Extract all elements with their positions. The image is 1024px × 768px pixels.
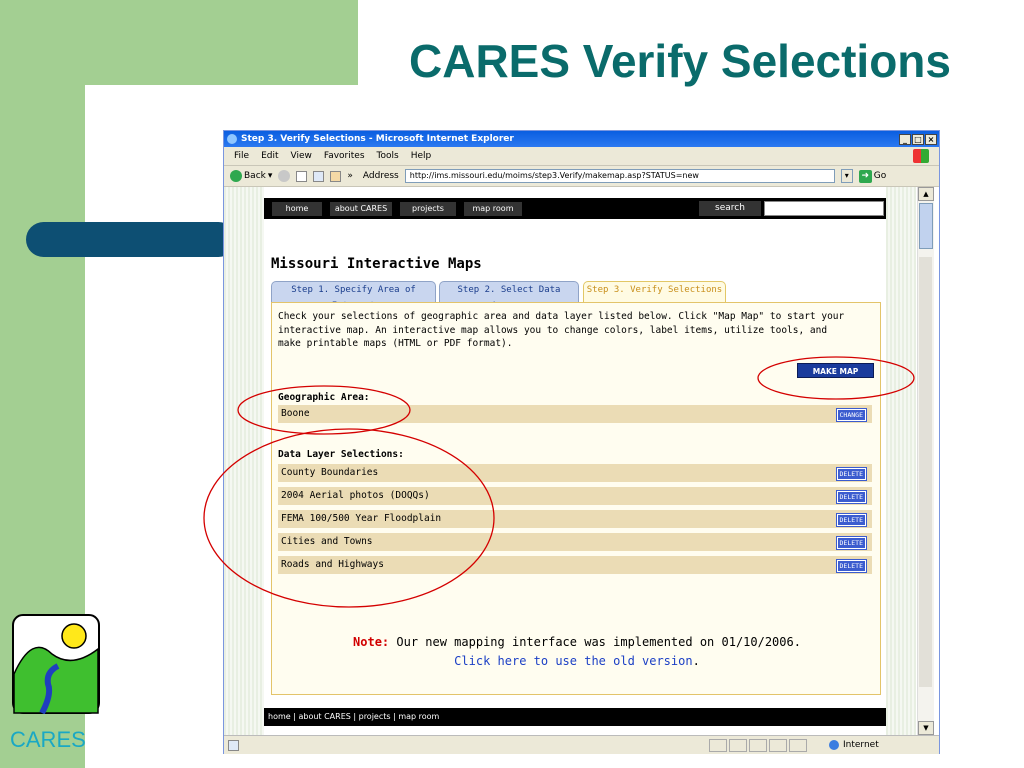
menu-view[interactable]: View	[291, 151, 312, 161]
browser-toolbar: Back ▾ » Address http://ims.missouri.edu…	[224, 166, 939, 187]
zone-indicator: Internet	[825, 740, 939, 750]
vertical-scrollbar[interactable]: ▲ ▼	[917, 187, 934, 735]
nav-home[interactable]: home	[272, 202, 322, 216]
page-footer-links[interactable]: home | about CARES | projects | map room	[264, 708, 886, 726]
tab-step3[interactable]: Step 3. Verify Selections	[583, 281, 726, 303]
menu-favorites[interactable]: Favorites	[324, 151, 365, 161]
delete-button[interactable]: DELETE	[835, 513, 868, 527]
layer-row: FEMA 100/500 Year Floodplain DELETE	[278, 510, 872, 528]
note-label: Note:	[353, 635, 390, 649]
slide-blue-bar	[26, 222, 236, 257]
layer-label: FEMA 100/500 Year Floodplain	[281, 513, 442, 524]
menu-edit[interactable]: Edit	[261, 151, 278, 161]
back-button[interactable]: Back ▾	[230, 170, 272, 182]
status-cell	[769, 738, 787, 752]
slide-title: CARES Verify Selections	[409, 35, 951, 87]
address-label: Address	[362, 171, 399, 181]
layer-label: Cities and Towns	[281, 536, 373, 547]
menu-file[interactable]: File	[234, 151, 249, 161]
delete-button[interactable]: DELETE	[835, 467, 868, 481]
nav-about[interactable]: about CARES	[330, 202, 392, 216]
change-button[interactable]: CHANGE	[835, 408, 868, 422]
menu-bar: File Edit View Favorites Tools Help	[224, 147, 939, 166]
nav-map-room[interactable]: map room	[464, 202, 522, 216]
scroll-down-icon[interactable]: ▼	[918, 721, 934, 735]
address-input[interactable]: http://ims.missouri.edu/moims/step3.Veri…	[404, 169, 835, 183]
zone-label: Internet	[843, 740, 879, 750]
refresh-icon[interactable]	[313, 170, 325, 182]
page-status-icon	[228, 739, 239, 751]
page-right-margin	[886, 187, 916, 735]
tab-step1[interactable]: Step 1. Specify Area of Interest	[271, 281, 436, 311]
delete-button[interactable]: DELETE	[835, 559, 868, 573]
window-title: Step 3. Verify Selections - Microsoft In…	[241, 134, 514, 144]
layer-row: Roads and Highways DELETE	[278, 556, 872, 574]
note-period: .	[692, 654, 700, 668]
page-left-margin	[224, 187, 264, 735]
step3-panel: Check your selections of geographic area…	[271, 302, 881, 695]
cares-logo-text: CARES	[10, 727, 86, 752]
layer-row: 2004 Aerial photos (DOQQs) DELETE	[278, 487, 872, 505]
forward-button[interactable]	[278, 170, 291, 182]
menu-tools[interactable]: Tools	[377, 151, 399, 161]
page-heading: Missouri Interactive Maps	[271, 256, 482, 272]
go-button[interactable]: ➜ Go	[858, 169, 887, 183]
layer-label: Roads and Highways	[281, 559, 384, 570]
page-viewport: home about CARES projects map room searc…	[224, 187, 939, 735]
minimize-button[interactable]: _	[899, 133, 911, 145]
instructions-text: Check your selections of geographic area…	[278, 311, 845, 349]
browser-window: Step 3. Verify Selections - Microsoft In…	[223, 130, 940, 754]
status-cell	[749, 738, 767, 752]
windows-flag-icon	[913, 149, 929, 163]
search-button[interactable]: search	[699, 201, 761, 216]
geographic-area-row: Boone CHANGE	[278, 405, 872, 423]
layer-label: County Boundaries	[281, 467, 379, 478]
home-icon[interactable]	[330, 170, 342, 182]
go-arrow-icon: ➜	[858, 169, 872, 183]
status-cell	[709, 738, 727, 752]
geographic-area-value: Boone	[281, 408, 310, 419]
data-layer-heading: Data Layer Selections:	[278, 449, 404, 460]
web-page: home about CARES projects map room searc…	[264, 187, 886, 735]
toolbar-chevron-icon[interactable]: »	[347, 171, 353, 181]
delete-button[interactable]: DELETE	[835, 536, 868, 550]
back-arrow-icon	[230, 170, 242, 182]
address-url: http://ims.missouri.edu/moims/step3.Veri…	[409, 171, 699, 180]
close-button[interactable]: ×	[925, 133, 937, 145]
layer-row: County Boundaries DELETE	[278, 464, 872, 482]
delete-button[interactable]: DELETE	[835, 490, 868, 504]
go-label: Go	[873, 171, 887, 181]
status-cell	[789, 738, 807, 752]
note-text: Our new mapping interface was implemente…	[389, 635, 801, 649]
make-map-button[interactable]: MAKE MAP	[797, 363, 874, 378]
note-block: Note: Our new mapping interface was impl…	[272, 633, 882, 671]
menu-help[interactable]: Help	[411, 151, 432, 161]
scroll-up-icon[interactable]: ▲	[918, 187, 934, 201]
top-nav: home about CARES projects map room searc…	[264, 198, 886, 219]
old-version-link[interactable]: Click here to use the old version	[454, 654, 692, 668]
scroll-thumb[interactable]	[919, 203, 933, 249]
maximize-button[interactable]: □	[912, 133, 924, 145]
geographic-area-heading: Geographic Area:	[278, 392, 370, 403]
cares-logo-icon	[12, 614, 100, 714]
scroll-track[interactable]	[919, 257, 932, 687]
nav-projects[interactable]: projects	[400, 202, 456, 216]
stop-icon[interactable]	[296, 170, 308, 182]
search-input[interactable]	[764, 201, 884, 216]
browser-titlebar: Step 3. Verify Selections - Microsoft In…	[224, 131, 939, 147]
layer-row: Cities and Towns DELETE	[278, 533, 872, 551]
tab-step2[interactable]: Step 2. Select Data Layers	[439, 281, 579, 311]
status-cell	[729, 738, 747, 752]
back-label: Back	[244, 171, 266, 181]
globe-icon	[829, 740, 839, 750]
status-bar: Internet	[224, 735, 939, 754]
address-dropdown-icon[interactable]: ▾	[840, 169, 853, 183]
layer-label: 2004 Aerial photos (DOQQs)	[281, 490, 430, 501]
slide-green-top	[85, 0, 358, 85]
ie-icon	[227, 134, 237, 144]
